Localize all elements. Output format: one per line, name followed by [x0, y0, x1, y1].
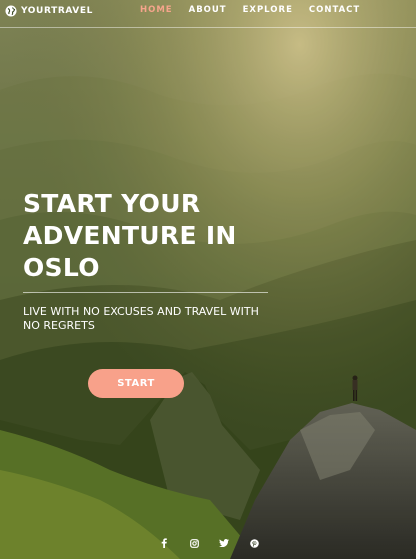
facebook-icon[interactable] — [159, 537, 169, 549]
nav-item-contact[interactable]: CONTACT — [309, 5, 360, 15]
instagram-icon[interactable] — [189, 537, 199, 549]
hero-headline: START YOUR ADVENTURE IN OSLO — [23, 188, 283, 284]
start-button[interactable]: START — [88, 369, 184, 398]
headline-line-2: ADVENTURE IN — [23, 221, 237, 250]
nav-item-home[interactable]: HOME — [140, 5, 173, 15]
pinterest-icon[interactable] — [249, 537, 259, 549]
globe-icon — [5, 5, 17, 17]
headline-line-3: OSLO — [23, 253, 100, 282]
headline-divider — [23, 292, 268, 293]
brand-logo[interactable]: YOURTRAVEL — [5, 4, 93, 18]
top-navbar: YOURTRAVEL HOME ABOUT EXPLORE CONTACT — [0, 0, 416, 28]
headline-line-1: START YOUR — [23, 189, 201, 218]
social-links — [159, 537, 259, 549]
hero-tagline: LIVE WITH NO EXCUSES AND TRAVEL WITH NO … — [23, 305, 259, 332]
main-menu: HOME ABOUT EXPLORE CONTACT — [140, 5, 360, 15]
brand-name: YOURTRAVEL — [21, 6, 93, 16]
nav-item-explore[interactable]: EXPLORE — [243, 5, 293, 15]
nav-item-about[interactable]: ABOUT — [189, 5, 227, 15]
twitter-icon[interactable] — [219, 537, 229, 549]
